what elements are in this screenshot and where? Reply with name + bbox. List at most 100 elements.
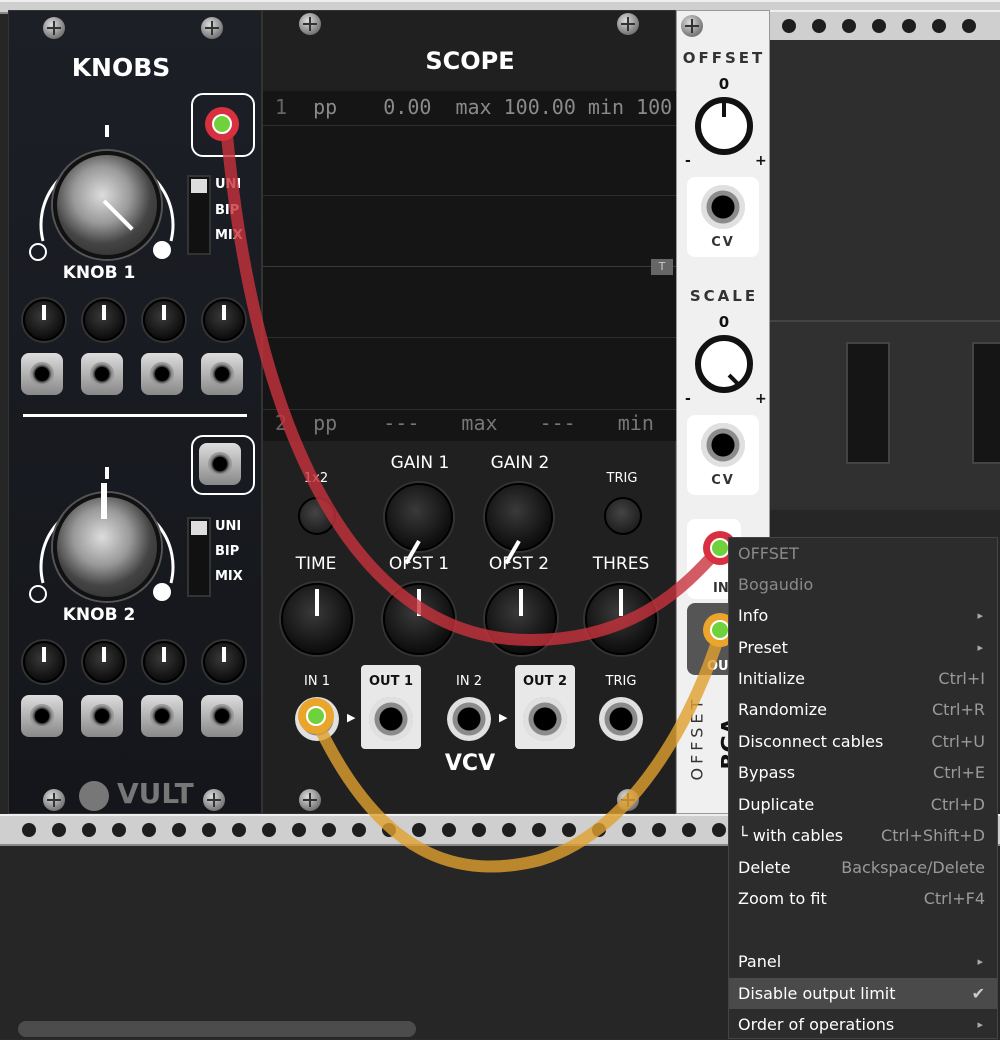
switch-option-bip: BIP	[215, 203, 240, 218]
screw	[681, 15, 703, 37]
screw	[617, 13, 639, 35]
switch-option-mix: MIX	[215, 228, 243, 243]
scale-cv-label: CV	[711, 473, 735, 488]
trig-in-jack[interactable]	[599, 697, 643, 741]
label-time: TIME	[295, 554, 337, 574]
knob2-large-knob[interactable]	[53, 493, 161, 601]
min-dot	[29, 585, 47, 603]
background-connector	[846, 342, 890, 464]
ch2-pp-label: pp	[313, 411, 338, 435]
knob1-output-jack[interactable]	[204, 106, 240, 142]
ch1-max-label: max	[455, 95, 492, 119]
menu-item-info[interactable]: Info ▸	[729, 600, 997, 631]
cv-input-jack[interactable]	[21, 695, 63, 737]
offset-label: OFFSET	[682, 49, 766, 67]
out-label: OU	[707, 659, 729, 674]
attenuator-knob[interactable]	[203, 641, 245, 683]
knob2-mode-switch[interactable]	[187, 517, 211, 597]
knob2-output-jack[interactable]	[199, 443, 241, 485]
attenuator-knob[interactable]	[23, 299, 65, 341]
thres-knob[interactable]	[585, 583, 657, 655]
cv-input-jack[interactable]	[141, 695, 183, 737]
max-dot	[153, 583, 171, 601]
ch1-num: 1	[275, 95, 288, 119]
attenuator-knob[interactable]	[83, 299, 125, 341]
label-thres: THRES	[592, 554, 650, 574]
scope-module[interactable]: SCOPE 1 pp 0.00 max 100.00 min 100.00 2 …	[262, 10, 732, 814]
attenuator-knob[interactable]	[143, 299, 185, 341]
gain1-knob[interactable]	[385, 483, 453, 565]
side-name: OFFSET	[687, 695, 707, 781]
menu-item-disconnect-cables[interactable]: Disconnect cables Ctrl+U	[729, 726, 997, 757]
context-menu: OFFSET Bogaudio Info ▸ Preset ▸ Initialize…	[728, 537, 998, 1039]
ch2-max-label: max	[461, 411, 498, 435]
attenuator-knob[interactable]	[83, 641, 125, 683]
ofst1-knob[interactable]	[383, 583, 455, 655]
label-out2: OUT 2	[522, 674, 568, 689]
screw	[299, 13, 321, 35]
screw	[201, 17, 223, 39]
offset-minus: -	[685, 153, 691, 169]
cv-input-jack[interactable]	[21, 353, 63, 395]
knob1-label: KNOB 1	[62, 263, 136, 283]
menu-item-initialize[interactable]: Initialize Ctrl+I	[729, 663, 997, 694]
checkmark-icon: ✔	[971, 984, 985, 1003]
offset-knob-indicator	[722, 101, 726, 117]
knob2-label: KNOB 2	[62, 605, 136, 625]
cv-input-jack[interactable]	[81, 695, 123, 737]
menu-brand: Bogaudio	[738, 575, 814, 594]
out1-jack[interactable]	[369, 697, 413, 741]
module-title: KNOBS	[71, 53, 171, 82]
in2-jack[interactable]	[447, 697, 491, 741]
scale-cv-jack[interactable]	[701, 423, 745, 467]
trigger-marker[interactable]: T	[651, 259, 673, 275]
cv-input-jack[interactable]	[201, 695, 243, 737]
offset-cv-jack[interactable]	[701, 185, 745, 229]
horizontal-scrollbar[interactable]	[18, 1021, 416, 1037]
label-out1: OUT 1	[368, 674, 414, 689]
menu-item-disable-output-limit[interactable]: Disable output limit ✔	[729, 978, 997, 1009]
menu-item-duplicate[interactable]: Duplicate Ctrl+D	[729, 789, 997, 820]
screw	[203, 789, 225, 811]
out2-jack[interactable]	[523, 697, 567, 741]
knob1-mode-switch[interactable]	[187, 175, 211, 255]
attenuator-knob[interactable]	[203, 299, 245, 341]
menu-item-preset[interactable]: Preset ▸	[729, 632, 997, 663]
label-trig: TRIG	[606, 471, 638, 486]
cv-input-jack[interactable]	[81, 353, 123, 395]
attenuator-knob[interactable]	[23, 641, 65, 683]
ch2-stats: 2 pp --- max --- min ---	[275, 411, 732, 435]
menu-item-zoom-to-fit[interactable]: Zoom to fit Ctrl+F4	[729, 883, 997, 914]
gain2-knob[interactable]	[485, 483, 553, 565]
ofst2-knob[interactable]	[485, 583, 557, 655]
1x2-button[interactable]	[298, 497, 336, 535]
attenuator-knob[interactable]	[143, 641, 185, 683]
divider	[23, 414, 247, 417]
scale-knob[interactable]	[695, 335, 753, 393]
label-ofst1: OFST 1	[388, 554, 450, 574]
menu-item-duplicate-with-cables[interactable]: └ with cables Ctrl+Shift+D	[729, 820, 997, 851]
menu-item-bypass[interactable]: Bypass Ctrl+E	[729, 757, 997, 788]
label-gain2: GAIN 2	[490, 453, 550, 473]
knob2-indicator	[101, 483, 107, 519]
screw	[299, 789, 321, 811]
in1-jack[interactable]	[295, 697, 339, 741]
ch2-num: 2	[275, 411, 288, 435]
ch2-min-label: min	[617, 411, 654, 435]
menu-item-delete[interactable]: Delete Backspace/Delete	[729, 852, 997, 883]
time-knob[interactable]	[281, 583, 353, 655]
menu-item-panel[interactable]: Panel ▸	[729, 946, 997, 977]
label-gain1: GAIN 1	[390, 453, 450, 473]
submenu-arrow-icon: ▸	[977, 955, 983, 968]
label-ofst2: OFST 2	[488, 554, 550, 574]
menu-item-order-of-operations[interactable]: Order of operations ▸	[729, 1009, 997, 1040]
trig-button[interactable]	[604, 497, 642, 535]
menu-item-randomize[interactable]: Randomize Ctrl+R	[729, 694, 997, 725]
min-dot	[29, 243, 47, 261]
label-in1: IN 1	[304, 674, 330, 689]
label-in2: IN 2	[456, 674, 482, 689]
scope-display	[263, 91, 677, 441]
max-dot	[153, 241, 171, 259]
cv-input-jack[interactable]	[141, 353, 183, 395]
cv-input-jack[interactable]	[201, 353, 243, 395]
